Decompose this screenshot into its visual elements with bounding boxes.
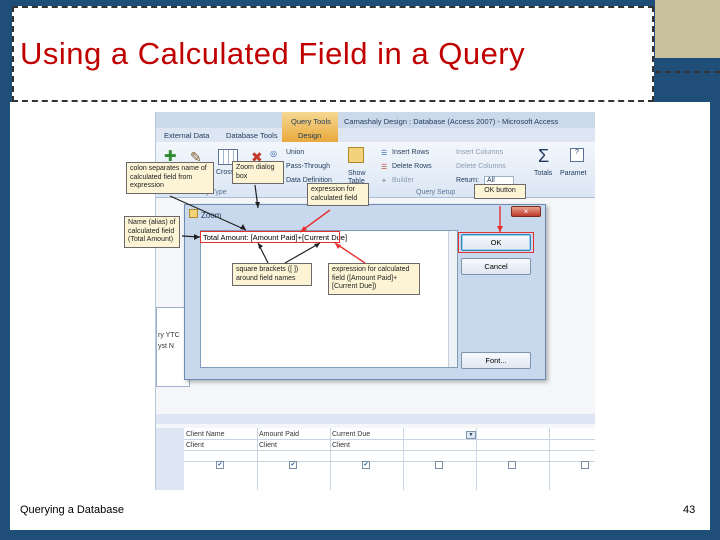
footer-text: Querying a Database [20, 504, 124, 516]
arrow-colon [169, 195, 247, 231]
arrow-brackets-2 [284, 242, 321, 264]
callout-arrows [169, 184, 503, 264]
page-number: 43 [683, 504, 696, 516]
